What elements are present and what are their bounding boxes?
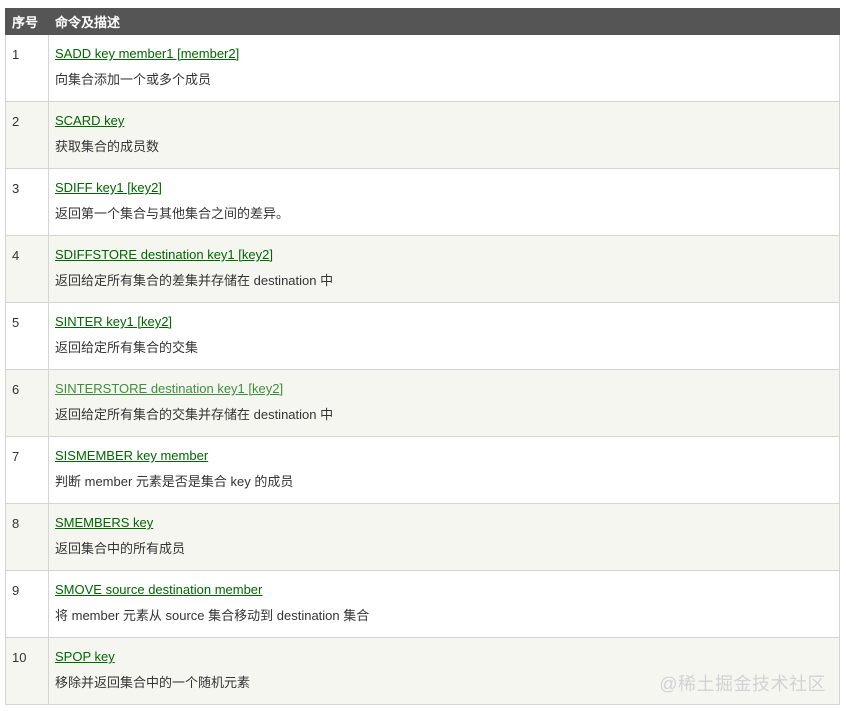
command-cell: SDIFF key1 [key2] 返回第一个集合与其他集合之间的差异。 [48, 168, 840, 236]
command-description: 返回第一个集合与其他集合之间的差异。 [55, 206, 290, 221]
command-cell: SCARD key 获取集合的成员数 [48, 101, 840, 169]
command-description: 判断 member 元素是否是集合 key 的成员 [55, 474, 294, 489]
command-link[interactable]: SMOVE source destination member [55, 582, 262, 598]
table-row: 1 SADD key member1 [member2] 向集合添加一个或多个成… [5, 34, 840, 102]
command-link[interactable]: SDIFFSTORE destination key1 [key2] [55, 247, 273, 263]
page: 序号 命令及描述 1 SADD key member1 [member2] 向集… [0, 0, 846, 711]
command-link[interactable]: SPOP key [55, 649, 115, 665]
row-number: 6 [5, 369, 49, 437]
command-link[interactable]: SINTERSTORE destination key1 [key2] [55, 381, 283, 397]
table-row: 2 SCARD key 获取集合的成员数 [5, 101, 840, 169]
command-cell: SISMEMBER key member 判断 member 元素是否是集合 k… [48, 436, 840, 504]
row-number: 5 [5, 302, 49, 370]
redis-set-commands-table: 序号 命令及描述 1 SADD key member1 [member2] 向集… [5, 8, 840, 705]
command-link[interactable]: SISMEMBER key member [55, 448, 208, 464]
command-link[interactable]: SADD key member1 [member2] [55, 46, 239, 62]
header-number: 序号 [5, 8, 49, 35]
command-description: 将 member 元素从 source 集合移动到 destination 集合 [55, 608, 370, 623]
command-description: 向集合添加一个或多个成员 [55, 72, 212, 87]
row-number: 10 [5, 637, 49, 705]
row-number: 3 [5, 168, 49, 236]
table-row: 9 SMOVE source destination member 将 memb… [5, 570, 840, 638]
row-number: 1 [5, 34, 49, 102]
command-cell: SINTERSTORE destination key1 [key2] 返回给定… [48, 369, 840, 437]
command-cell: SMEMBERS key 返回集合中的所有成员 [48, 503, 840, 571]
row-number: 8 [5, 503, 49, 571]
command-description: 返回给定所有集合的交集并存储在 destination 中 [55, 407, 334, 422]
table-header-row: 序号 命令及描述 [5, 8, 840, 35]
table-row: 4 SDIFFSTORE destination key1 [key2] 返回给… [5, 235, 840, 303]
table-row: 3 SDIFF key1 [key2] 返回第一个集合与其他集合之间的差异。 [5, 168, 840, 236]
header-command-description: 命令及描述 [48, 8, 840, 35]
command-description: 获取集合的成员数 [55, 139, 160, 154]
command-cell: SADD key member1 [member2] 向集合添加一个或多个成员 [48, 34, 840, 102]
row-number: 7 [5, 436, 49, 504]
command-description: 移除并返回集合中的一个随机元素 [55, 675, 251, 690]
row-number: 2 [5, 101, 49, 169]
command-cell: SDIFFSTORE destination key1 [key2] 返回给定所… [48, 235, 840, 303]
command-link[interactable]: SCARD key [55, 113, 124, 129]
command-link[interactable]: SDIFF key1 [key2] [55, 180, 162, 196]
table-row: 10 SPOP key 移除并返回集合中的一个随机元素 [5, 637, 840, 705]
table-row: 8 SMEMBERS key 返回集合中的所有成员 [5, 503, 840, 571]
table-row: 7 SISMEMBER key member 判断 member 元素是否是集合… [5, 436, 840, 504]
command-description: 返回集合中的所有成员 [55, 541, 186, 556]
row-number: 9 [5, 570, 49, 638]
command-description: 返回给定所有集合的差集并存储在 destination 中 [55, 273, 334, 288]
table-row: 6 SINTERSTORE destination key1 [key2] 返回… [5, 369, 840, 437]
command-link[interactable]: SMEMBERS key [55, 515, 153, 531]
command-description: 返回给定所有集合的交集 [55, 340, 199, 355]
command-cell: SINTER key1 [key2] 返回给定所有集合的交集 [48, 302, 840, 370]
table-row: 5 SINTER key1 [key2] 返回给定所有集合的交集 [5, 302, 840, 370]
row-number: 4 [5, 235, 49, 303]
command-link[interactable]: SINTER key1 [key2] [55, 314, 172, 330]
command-cell: SMOVE source destination member 将 member… [48, 570, 840, 638]
command-cell: SPOP key 移除并返回集合中的一个随机元素 [48, 637, 840, 705]
